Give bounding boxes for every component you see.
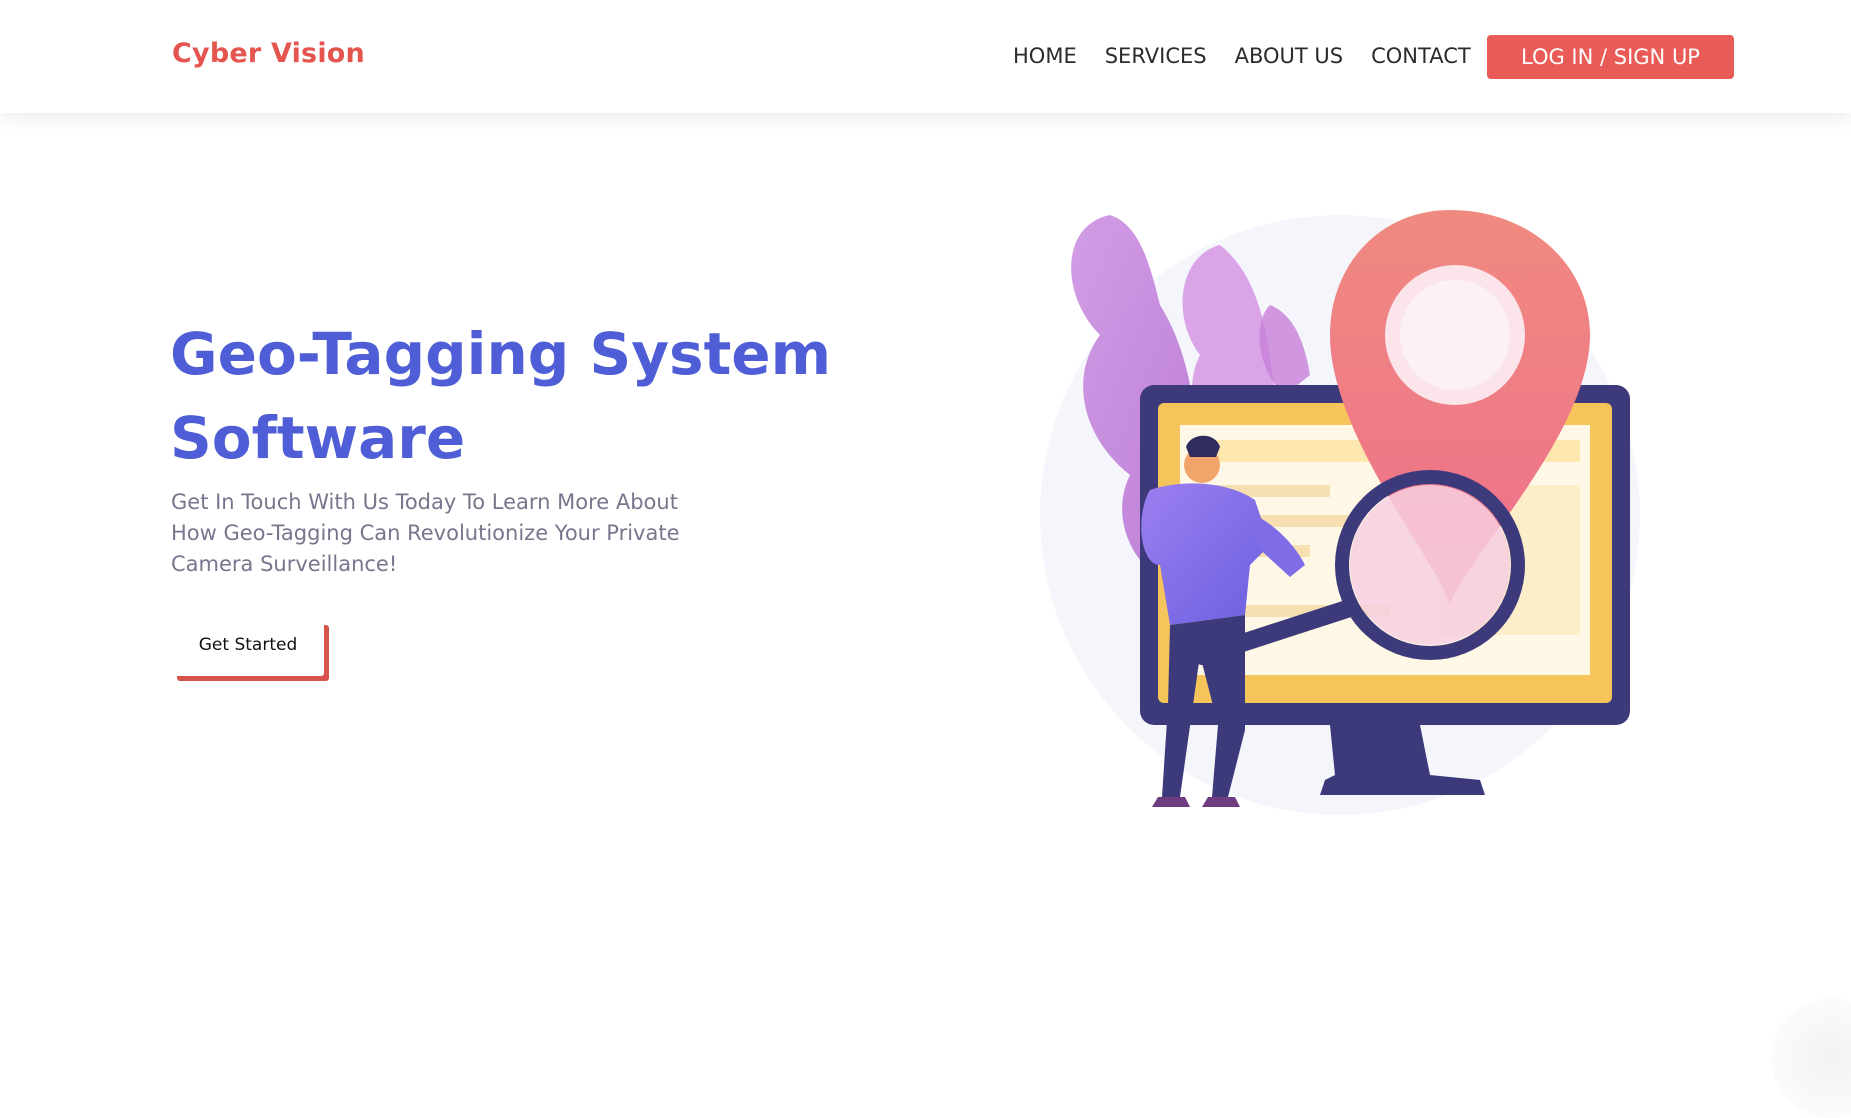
navbar: Cyber Vision HOME SERVICES ABOUT US CONT… [0, 0, 1851, 113]
hero-subtitle: Get In Touch With Us Today To Learn More… [171, 487, 691, 580]
login-signup-button[interactable]: LOG IN / SIGN UP [1487, 35, 1734, 79]
nav-contact[interactable]: CONTACT [1371, 44, 1471, 68]
nav-home[interactable]: HOME [1013, 44, 1077, 68]
corner-shade [1771, 998, 1851, 1118]
brand-logo[interactable]: Cyber Vision [172, 38, 365, 69]
get-started-button[interactable]: Get Started [172, 620, 324, 676]
geo-location-illustration [1040, 185, 1680, 815]
nav-services[interactable]: SERVICES [1105, 44, 1207, 68]
nav-menu: HOME SERVICES ABOUT US CONTACT [1013, 44, 1471, 68]
hero-title: Geo-Tagging System Software [170, 312, 890, 480]
nav-about-us[interactable]: ABOUT US [1235, 44, 1344, 68]
